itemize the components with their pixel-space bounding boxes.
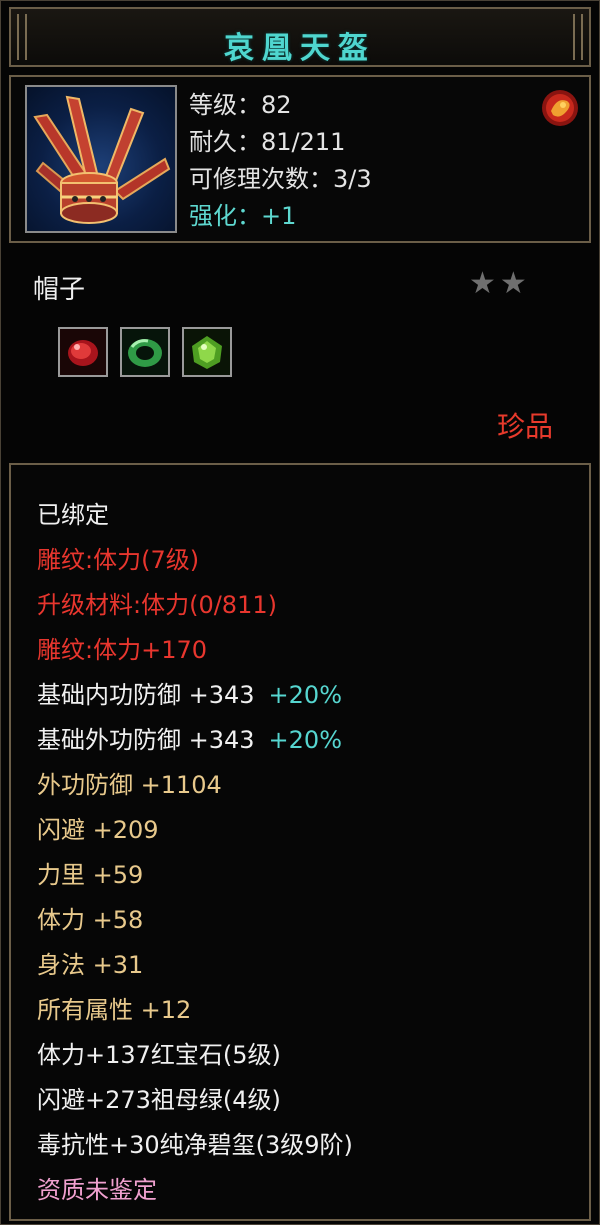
attribute-line: 基础外功防御 +343 +20% — [37, 718, 353, 763]
attribute-text: 升级材料:体力(0/811) — [37, 591, 277, 619]
attribute-text: 已绑定 — [37, 501, 109, 529]
attribute-bonus-percent: +20% — [268, 726, 342, 754]
attribute-line: 已绑定 — [37, 493, 353, 538]
quality-label: 珍品 — [496, 410, 553, 443]
attribute-text: 基础内功防御 +343 — [37, 681, 255, 709]
attribute-text: 毒抗性+30纯净碧玺(3级9阶) — [37, 1131, 353, 1159]
item-header: 等级：82 耐久：81/211 可修理次数：3/3 强化：+1 — [9, 75, 591, 243]
attribute-line: 力里 +59 — [37, 853, 353, 898]
item-name: 哀凰天盔 — [224, 31, 376, 66]
attribute-text: 外功防御 +1104 — [37, 771, 222, 799]
helmet-icon[interactable] — [25, 85, 177, 233]
attribute-text: 雕纹:体力(7级) — [37, 546, 200, 574]
attribute-text: 闪避 +209 — [37, 816, 159, 844]
star-icon: ★ — [469, 266, 496, 301]
attribute-line: 资质未鉴定 — [37, 1168, 353, 1213]
attribute-line: 外功防御 +1104 — [37, 763, 353, 808]
item-type: 帽子 — [33, 275, 86, 305]
attribute-panel: 已绑定雕纹:体力(7级) 升级材料:体力(0/811) 雕纹:体力+170 基础内功防… — [9, 463, 591, 1221]
attribute-line: 升级材料:体力(0/811) — [37, 583, 353, 628]
attribute-line: 雕纹:体力+170 — [37, 628, 353, 673]
durability-text: 耐久：81/211 — [189, 128, 346, 156]
attribute-text: 力里 +59 — [37, 861, 144, 889]
attribute-line: 体力 +58 — [37, 898, 353, 943]
attribute-bonus-percent: +20% — [268, 681, 342, 709]
attribute-text: 身法 +31 — [37, 951, 144, 979]
attribute-line: 雕纹:体力(7级) — [37, 538, 353, 583]
attribute-line: 基础内功防御 +343 +20% — [37, 673, 353, 718]
attribute-line: 所有属性 +12 — [37, 988, 353, 1033]
seal-badge-icon — [539, 87, 581, 129]
attribute-text: 雕纹:体力+170 — [37, 636, 208, 664]
jade-ring-icon[interactable] — [120, 327, 170, 377]
attribute-text: 基础外功防御 +343 — [37, 726, 255, 754]
attribute-line: 身法 +31 — [37, 943, 353, 988]
attribute-line: 闪避 +209 — [37, 808, 353, 853]
attribute-text: 体力 +58 — [37, 906, 144, 934]
attribute-line: 体力+137红宝石(5级) — [37, 1033, 353, 1078]
star-icon: ★ — [499, 266, 527, 301]
item-tooltip: 哀凰天盔 等级：82 耐久：81/211 可修理次数：3/3 强化：+1 帽子 … — [0, 0, 600, 1225]
attribute-text: 资质未鉴定 — [37, 1176, 157, 1204]
enhance-text: 强化：+1 — [189, 202, 297, 230]
repair-count-text: 可修理次数：3/3 — [189, 165, 372, 193]
attribute-list: 已绑定雕纹:体力(7级) 升级材料:体力(0/811) 雕纹:体力+170 基础内功防… — [37, 493, 353, 1213]
ruby-gem-icon[interactable] — [58, 327, 108, 377]
item-stats: 等级：82 耐久：81/211 可修理次数：3/3 强化：+1 — [189, 87, 372, 235]
attribute-line: 闪避+273祖母绿(4级) — [37, 1078, 353, 1123]
emerald-gem-icon[interactable] — [182, 327, 232, 377]
attribute-text: 体力+137红宝石(5级) — [37, 1041, 281, 1069]
title-bar: 哀凰天盔 — [9, 7, 591, 67]
attribute-text: 所有属性 +12 — [37, 996, 192, 1024]
level-text: 等级：82 — [189, 91, 292, 119]
attribute-line: 毒抗性+30纯净碧玺(3级9阶) — [37, 1123, 353, 1168]
attribute-text: 闪避+273祖母绿(4级) — [37, 1086, 281, 1114]
star-rating: ★ ★ — [469, 269, 531, 299]
